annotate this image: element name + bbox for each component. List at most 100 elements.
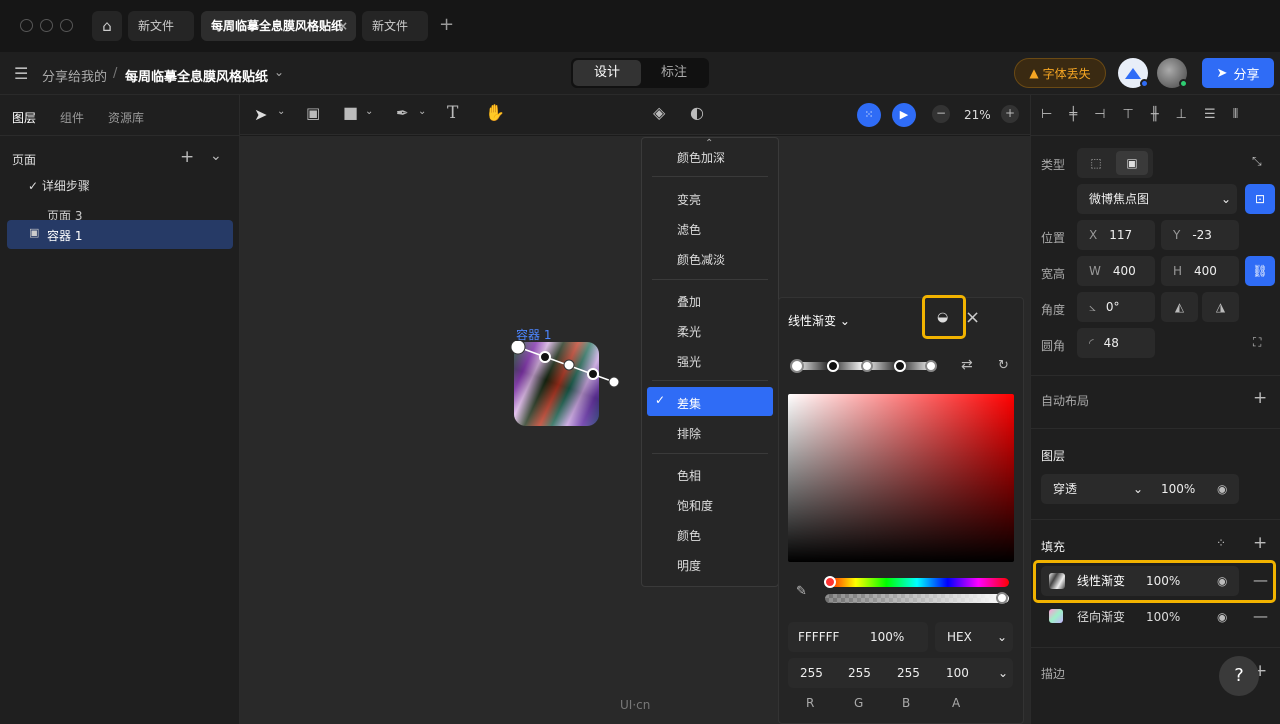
hand-tool-icon[interactable]: ✋: [485, 105, 505, 121]
blend-item[interactable]: 饱和度: [677, 497, 713, 514]
window-minimize-button[interactable]: [40, 19, 53, 32]
fill-row-linear[interactable]: 线性渐变 100% ◉: [1041, 566, 1239, 596]
hue-handle[interactable]: [824, 576, 836, 588]
zoom-out-button[interactable]: −: [932, 105, 950, 123]
eyedropper-icon[interactable]: ✎: [796, 584, 807, 599]
avatar[interactable]: [1157, 58, 1188, 88]
collapse-icon[interactable]: ⤡: [1252, 154, 1262, 169]
blend-drop-icon[interactable]: ◒: [937, 310, 948, 325]
contrast-icon[interactable]: ◐: [690, 105, 704, 121]
independent-corners-icon[interactable]: ⛶: [1253, 335, 1261, 350]
tab-layers[interactable]: 图层: [12, 109, 36, 126]
g-value[interactable]: 255: [848, 658, 871, 688]
tab-annotate[interactable]: 标注: [641, 60, 707, 86]
breadcrumb-parent[interactable]: 分享给我的: [42, 66, 107, 85]
alpha-slider[interactable]: [825, 594, 1009, 603]
gradient-start-handle[interactable]: [510, 341, 526, 355]
gradient-type-select[interactable]: 线性渐变 ⌄: [788, 312, 850, 329]
blend-item[interactable]: 滤色: [677, 221, 701, 238]
eye-icon[interactable]: ◉: [1217, 566, 1227, 596]
blend-item[interactable]: 色相: [677, 467, 701, 484]
a-value[interactable]: 100: [946, 658, 969, 688]
page-item-detail[interactable]: ✓ 详细步骤: [28, 177, 90, 194]
blend-item[interactable]: 叠加: [677, 293, 701, 310]
fill-opacity[interactable]: 100%: [1146, 566, 1180, 596]
fit-frame-icon[interactable]: ⊡: [1245, 184, 1275, 214]
saturation-value-area[interactable]: [788, 394, 1014, 562]
distribute-h-icon[interactable]: ⦀: [1233, 107, 1239, 122]
w-input[interactable]: W 400: [1077, 256, 1155, 286]
eye-icon[interactable]: ◉: [1217, 474, 1227, 504]
gradient-handle-line[interactable]: [510, 341, 620, 396]
menu-icon[interactable]: ☰: [14, 64, 28, 83]
gradient-stop[interactable]: [790, 359, 804, 373]
chevron-down-icon[interactable]: ⌄: [274, 65, 284, 79]
add-page-plus-icon[interactable]: +: [180, 147, 194, 167]
text-tool-icon[interactable]: T: [447, 105, 458, 122]
tab-file-active[interactable]: 每周临摹全息膜风格贴纸 ×: [201, 11, 356, 41]
pen-tool-icon[interactable]: ✒: [396, 106, 409, 121]
close-icon[interactable]: ×: [338, 11, 348, 41]
gradient-stop[interactable]: [827, 360, 839, 372]
zoom-in-button[interactable]: +: [1001, 105, 1019, 123]
add-fill-plus-icon[interactable]: +: [1253, 533, 1267, 553]
rgba-inputs[interactable]: 255 255 255 100 ⌄: [788, 658, 1013, 688]
blend-item[interactable]: 变亮: [677, 191, 701, 208]
gradient-end-handle[interactable]: [608, 376, 620, 388]
hue-slider[interactable]: [825, 578, 1009, 587]
move-tool-icon[interactable]: ➤: [254, 107, 267, 123]
blend-item[interactable]: 颜色: [677, 527, 701, 544]
remove-fill-icon[interactable]: —: [1253, 571, 1268, 589]
eye-icon[interactable]: ◉: [1217, 602, 1227, 632]
frame-dashed-icon[interactable]: ⬚: [1080, 151, 1112, 175]
lock-ratio-icon[interactable]: ⛓: [1245, 256, 1275, 286]
rotate-icon[interactable]: ↻: [998, 358, 1009, 373]
blend-item[interactable]: 柔光: [677, 323, 701, 340]
alpha-handle[interactable]: [996, 592, 1008, 604]
share-button[interactable]: ➤ 分享: [1202, 58, 1274, 88]
chevron-down-icon[interactable]: ⌄: [210, 148, 222, 164]
layer-blend-select[interactable]: 穿透 ⌄ 100% ◉: [1041, 474, 1239, 504]
play-icon[interactable]: ▶: [892, 103, 916, 127]
gradient-stop[interactable]: [894, 360, 906, 372]
align-center-v-icon[interactable]: ╫: [1151, 107, 1159, 122]
tab-assets[interactable]: 资源库: [108, 109, 144, 126]
window-close-button[interactable]: [20, 19, 33, 32]
layer-opacity[interactable]: 100%: [1161, 474, 1195, 504]
tab-file-3[interactable]: 新文件: [362, 11, 428, 41]
align-center-h-icon[interactable]: ╪: [1069, 107, 1077, 122]
component-icon[interactable]: ◈: [653, 105, 665, 121]
distribute-v-icon[interactable]: ☰: [1204, 107, 1216, 122]
close-icon[interactable]: ×: [965, 307, 980, 328]
fill-opacity[interactable]: 100%: [1146, 602, 1180, 632]
align-top-icon[interactable]: ⊤: [1122, 107, 1133, 122]
fill-row-radial[interactable]: 径向渐变 100% ◉: [1041, 602, 1239, 632]
blend-item[interactable]: 排除: [677, 425, 701, 442]
gradient-swatch-icon[interactable]: [1049, 573, 1065, 589]
y-input[interactable]: Y -23: [1161, 220, 1239, 250]
radius-input[interactable]: ◜ 48: [1077, 328, 1155, 358]
align-right-icon[interactable]: ⊣: [1094, 107, 1105, 122]
layer-row-container[interactable]: ▣ 容器 1: [7, 220, 233, 249]
flip-vertical-icon[interactable]: ◮: [1202, 292, 1239, 322]
r-value[interactable]: 255: [800, 658, 823, 688]
tab-design[interactable]: 设计: [573, 60, 641, 86]
gradient-stop[interactable]: [563, 359, 575, 371]
angle-input[interactable]: ⦣ 0°: [1077, 292, 1155, 322]
rectangle-tool-icon[interactable]: ■: [343, 105, 358, 121]
preset-select[interactable]: 微博焦点图 ⌄: [1077, 184, 1237, 214]
font-missing-button[interactable]: ▲ 字体丢失: [1014, 58, 1106, 88]
avatar[interactable]: [1118, 58, 1149, 88]
window-zoom-button[interactable]: [60, 19, 73, 32]
add-auto-layout-plus-icon[interactable]: +: [1253, 388, 1267, 408]
chevron-down-icon[interactable]: ⌄: [998, 658, 1008, 688]
scroll-up-icon[interactable]: ⌃: [705, 138, 713, 149]
gradient-stop[interactable]: [861, 360, 873, 372]
gradient-stop[interactable]: [587, 368, 599, 380]
align-bottom-icon[interactable]: ⊥: [1176, 107, 1187, 122]
blend-item-selected[interactable]: ✓ 差集: [647, 387, 773, 416]
gradient-stop[interactable]: [539, 351, 551, 363]
chevron-down-icon[interactable]: ⌄: [365, 107, 373, 117]
remove-fill-icon[interactable]: —: [1253, 607, 1268, 625]
b-value[interactable]: 255: [897, 658, 920, 688]
